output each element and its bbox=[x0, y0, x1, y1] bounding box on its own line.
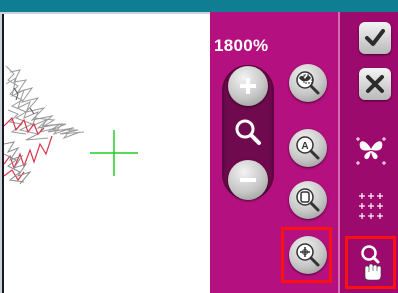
close-icon bbox=[366, 75, 384, 93]
zoom-to-cursor-highlight bbox=[281, 227, 332, 283]
embroidery-canvas[interactable] bbox=[2, 14, 210, 293]
crosshair-cursor bbox=[90, 130, 138, 176]
zoom-to-selection-button[interactable] bbox=[289, 64, 327, 102]
pan-highlight bbox=[345, 236, 396, 289]
stitch-preview bbox=[3, 65, 138, 185]
svg-text:A: A bbox=[301, 141, 308, 152]
zoom-to-hoop-button[interactable] bbox=[289, 181, 327, 219]
cancel-button[interactable] bbox=[359, 68, 391, 100]
zoom-out-button[interactable] bbox=[228, 160, 268, 200]
zoom-level: 1800% bbox=[214, 36, 269, 55]
top-bar bbox=[0, 0, 398, 12]
confirm-button[interactable] bbox=[359, 22, 391, 54]
checkmark-icon bbox=[365, 29, 385, 46]
zoom-to-all-icon: A bbox=[296, 136, 320, 160]
butterfly-center-icon[interactable] bbox=[354, 133, 388, 167]
minus-icon bbox=[240, 178, 256, 182]
plus-icon bbox=[240, 78, 256, 94]
zoom-to-selection-icon bbox=[296, 71, 320, 95]
zoom-to-hoop-icon bbox=[296, 188, 320, 212]
zoom-to-all-button[interactable]: A bbox=[289, 129, 327, 167]
grid-icon[interactable] bbox=[356, 191, 386, 221]
magnifier-icon bbox=[235, 119, 261, 145]
embroidery-zoom-screen: 1800% A bbox=[0, 0, 398, 293]
zoom-in-button[interactable] bbox=[228, 66, 268, 106]
